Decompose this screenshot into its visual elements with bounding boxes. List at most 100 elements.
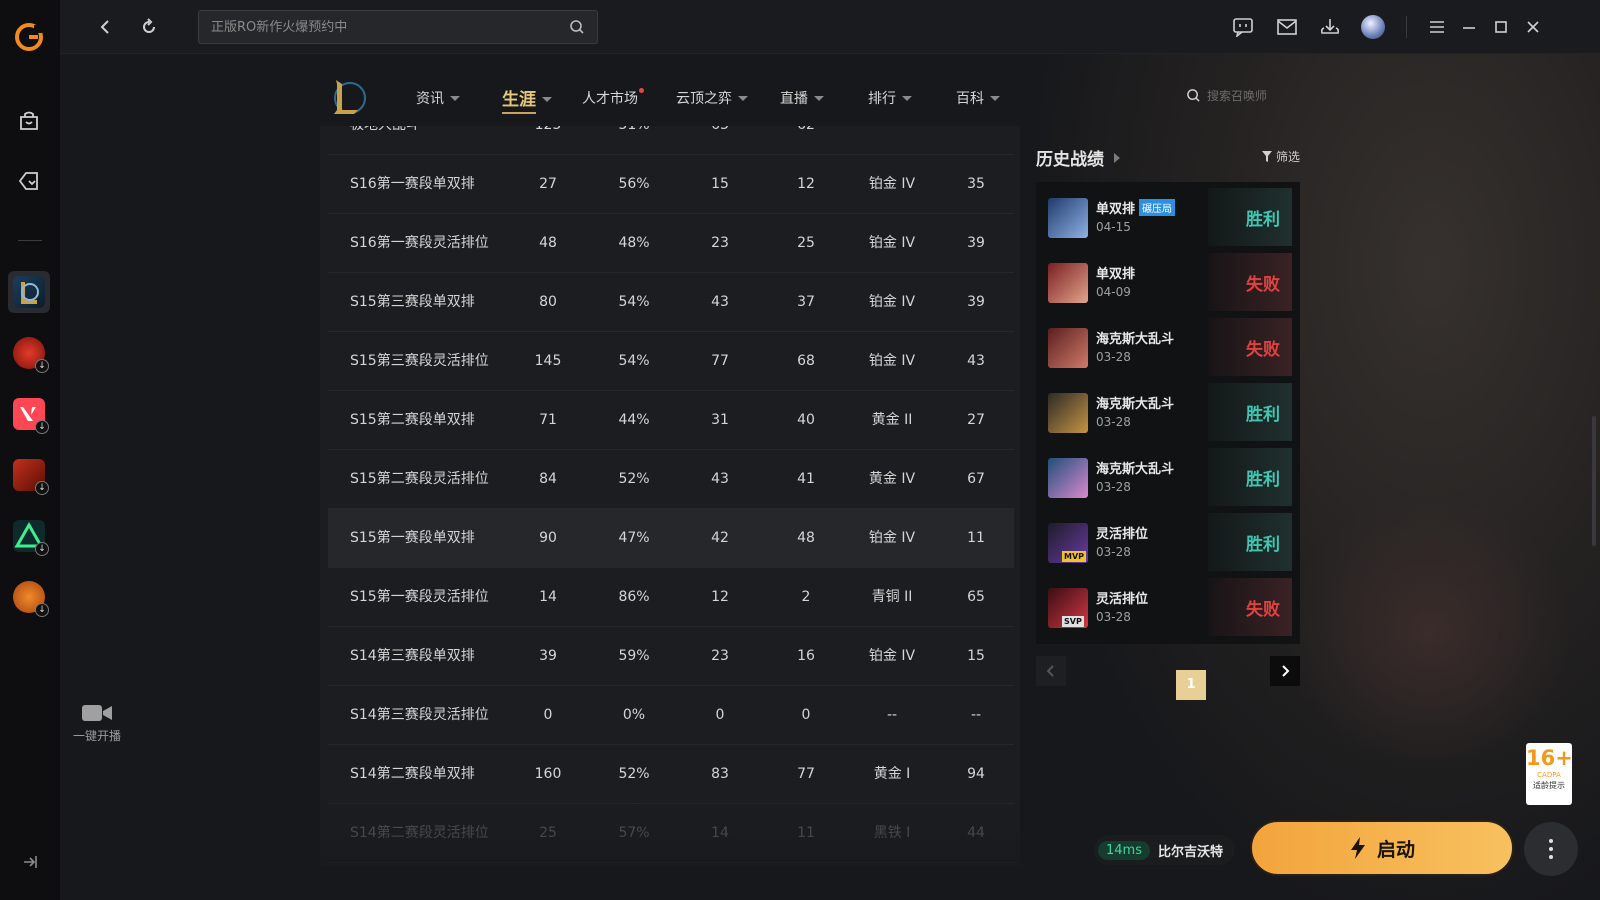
game-triangle[interactable]: ↓ [8, 515, 50, 557]
prev-page-button[interactable] [1036, 656, 1066, 686]
scrollbar[interactable] [1592, 416, 1596, 546]
back-icon[interactable] [92, 14, 118, 40]
download-badge-icon: ↓ [35, 359, 49, 373]
minimize-icon[interactable] [1456, 14, 1482, 40]
nav-live-label: 直播 [780, 91, 808, 107]
match-result: 失败 [1208, 253, 1292, 311]
match-date: 03-28 [1096, 415, 1131, 429]
user-avatar[interactable] [1360, 14, 1386, 40]
row-rank: 黄金 I [873, 766, 911, 782]
match-item[interactable]: 海克斯大乱斗 03-28 胜利 [1048, 448, 1292, 506]
nav-talent-market[interactable]: 人才市场 [582, 88, 644, 108]
row-total-games: 27 [539, 176, 557, 192]
nav-wiki[interactable]: 百科 [956, 88, 1000, 108]
table-row[interactable]: S15第一赛段灵活排位 14 86% 12 2 青铜 II 65 [328, 568, 1014, 627]
table-row[interactable]: S16第一赛段单双排 27 56% 15 12 铂金 IV 35 [328, 155, 1014, 214]
table-row[interactable]: S15第一赛段单双排 90 47% 42 48 铂金 IV 11 [328, 509, 1014, 568]
collapse-rail-icon[interactable] [20, 852, 40, 872]
row-winrate: 48% [618, 235, 650, 251]
match-date: 04-15 [1096, 220, 1131, 234]
app-logo[interactable] [8, 16, 50, 58]
match-type: 单双排 [1096, 263, 1135, 282]
page-number[interactable]: 1 [1176, 670, 1206, 700]
game-valorant[interactable]: ↓ [8, 393, 50, 435]
table-row[interactable]: S14第二赛段单双排 160 52% 83 77 黄金 I 94 [328, 745, 1014, 804]
summoner-search[interactable] [1186, 88, 1307, 103]
table-row[interactable]: S15第三赛段灵活排位 145 54% 77 68 铂金 IV 43 [328, 332, 1014, 391]
store-icon[interactable] [8, 100, 50, 142]
more-options-button[interactable] [1524, 822, 1578, 876]
background-art-glow [1280, 500, 1580, 760]
global-search-input[interactable] [211, 19, 569, 35]
match-item[interactable]: 单双排 04-09 失败 [1048, 253, 1292, 311]
row-total-games: 90 [539, 530, 557, 546]
refresh-icon[interactable] [136, 14, 162, 40]
row-total-games: 80 [539, 294, 557, 310]
table-row[interactable]: S14第三赛段单双排 39 59% 23 16 铂金 IV 15 [328, 627, 1014, 686]
row-losses: 12 [797, 176, 815, 192]
mvp-badge: MVP [1062, 551, 1087, 562]
row-wins: 43 [711, 471, 729, 487]
nav-live[interactable]: 直播 [780, 88, 824, 108]
match-type-text: 海克斯大乱斗 [1096, 332, 1175, 347]
row-losses: 77 [797, 766, 815, 782]
nav-news[interactable]: 资讯 [416, 88, 460, 108]
game-lol[interactable] [8, 271, 50, 313]
filter-icon [1262, 151, 1272, 162]
chevron-down-icon [542, 97, 552, 102]
game-tag-icon[interactable] [8, 160, 50, 202]
nav-career[interactable]: 生涯 [502, 85, 552, 114]
nav-tft[interactable]: 云顶之弈 [676, 88, 748, 108]
row-total-games: 84 [539, 471, 557, 487]
filter-button[interactable]: 筛选 [1262, 148, 1300, 165]
game-basketball[interactable]: ↓ [8, 576, 50, 618]
maximize-icon[interactable] [1488, 14, 1514, 40]
chat-icon[interactable] [1230, 14, 1256, 40]
match-type-text: 单双排 [1096, 202, 1136, 217]
app-logo-icon [15, 23, 43, 51]
table-row[interactable]: S15第二赛段单双排 71 44% 31 40 黄金 II 27 [328, 391, 1014, 450]
row-total-games: 48 [539, 235, 557, 251]
download-manager-icon[interactable] [1317, 14, 1343, 40]
one-click-live-button[interactable]: 一键开播 [60, 702, 134, 744]
row-losses: 62 [776, 126, 836, 155]
champion-avatar [1048, 198, 1088, 238]
match-item[interactable]: SVP 灵活排位 03-28 失败 [1048, 578, 1292, 636]
mail-icon[interactable] [1274, 14, 1300, 40]
row-winrate: 52% [618, 766, 650, 782]
row-last-value: -- [970, 707, 982, 723]
nav-ranking[interactable]: 排行 [868, 88, 912, 108]
launch-button[interactable]: 启动 [1250, 820, 1514, 876]
next-page-button[interactable] [1270, 656, 1300, 686]
match-item[interactable]: 海克斯大乱斗 03-28 胜利 [1048, 383, 1292, 441]
table-row[interactable]: S14第二赛段灵活排位 25 57% 14 11 黑铁 I 44 [328, 804, 1014, 863]
match-item[interactable]: 单双排 碾压局 04-15 胜利 [1048, 188, 1292, 246]
nav-talent-market-text: 人才市场 [582, 91, 638, 107]
match-date: 03-28 [1096, 610, 1131, 624]
row-wins: 77 [711, 353, 729, 369]
table-row[interactable]: S15第二赛段灵活排位 84 52% 43 41 黄金 IV 67 [328, 450, 1014, 509]
server-selector[interactable]: 14ms 比尔吉沃特 [1094, 835, 1235, 865]
row-winrate: 0% [622, 707, 646, 723]
global-search[interactable] [198, 10, 598, 44]
match-type-text: 海克斯大乱斗 [1096, 462, 1175, 477]
table-row[interactable]: S15第三赛段单双排 80 54% 43 37 铂金 IV 39 [328, 273, 1014, 332]
game-cf[interactable]: ↓ [8, 332, 50, 374]
lol-logo[interactable] [328, 76, 366, 118]
table-row[interactable]: S16第一赛段灵活排位 48 48% 23 25 铂金 IV 39 [328, 214, 1014, 273]
match-history-title[interactable]: 历史战绩 [1036, 145, 1120, 170]
summoner-search-input[interactable] [1207, 88, 1307, 103]
search-icon[interactable] [569, 19, 585, 35]
row-losses: 25 [797, 235, 815, 251]
row-losses: 2 [801, 589, 811, 605]
match-item[interactable]: MVP 灵活排位 03-28 胜利 [1048, 513, 1292, 571]
game-jx[interactable]: ↓ [8, 454, 50, 496]
table-row[interactable]: S14第三赛段灵活排位 0 0% 0 0 -- -- [328, 686, 1014, 745]
server-name: 比尔吉沃特 [1157, 844, 1223, 860]
row-rank: 铂金 IV [868, 530, 916, 546]
menu-icon[interactable] [1424, 14, 1450, 40]
match-item[interactable]: 海克斯大乱斗 03-28 失败 [1048, 318, 1292, 376]
close-icon[interactable] [1520, 14, 1546, 40]
row-wins: 43 [711, 294, 729, 310]
row-winrate: 52% [618, 471, 650, 487]
